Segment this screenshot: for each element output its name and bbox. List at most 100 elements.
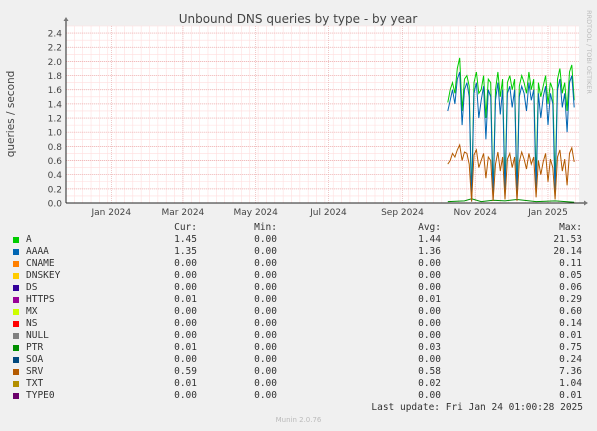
legend-swatch xyxy=(13,309,19,315)
legend-swatch xyxy=(13,321,19,327)
legend-row: TYPE0 0.00 0.00 0.00 0.01 xyxy=(0,390,597,402)
legend-swatch xyxy=(13,393,19,399)
legend-row: MX 0.00 0.00 0.00 0.60 xyxy=(0,306,597,318)
y-tick-label: 1.0 xyxy=(48,129,63,139)
x-axis-arrow xyxy=(584,200,588,206)
legend-avg-value: 0.00 xyxy=(418,258,441,269)
y-tick-label: 1.8 xyxy=(48,72,63,82)
legend-swatch xyxy=(13,297,19,303)
legend-header: Cur: Min: Avg: Max: xyxy=(0,222,597,234)
legend-swatch xyxy=(13,273,19,279)
legend-row: SRV 0.59 0.00 0.58 7.36 xyxy=(0,366,597,378)
legend-avg-value: 0.03 xyxy=(418,342,441,353)
footer-version: Munin 2.0.76 xyxy=(275,416,322,424)
legend-max-value: 0.75 xyxy=(559,342,582,353)
legend-header-max: Max: xyxy=(559,222,582,233)
x-tick-label: Jan 2025 xyxy=(527,208,568,218)
legend-avg-value: 0.00 xyxy=(418,354,441,365)
x-tick-label: May 2024 xyxy=(234,208,279,218)
legend-series-name: DS xyxy=(26,282,38,293)
legend-max-value: 0.14 xyxy=(559,318,582,329)
legend-cur-value: 1.35 xyxy=(174,246,197,257)
legend-avg-value: 0.00 xyxy=(418,390,441,401)
legend-max-value: 0.11 xyxy=(559,258,582,269)
legend-rows: A 1.45 0.00 1.44 21.53 AAAA 1.35 0.00 1.36 20.14 C… xyxy=(0,234,597,402)
legend-series-name: CNAME xyxy=(26,258,55,269)
legend-avg-value: 0.00 xyxy=(418,318,441,329)
legend-swatch xyxy=(13,381,19,387)
legend-min-value: 0.00 xyxy=(254,390,277,401)
legend-cur-value: 0.00 xyxy=(174,330,197,341)
legend-avg-value: 0.02 xyxy=(418,378,441,389)
legend-avg-value: 0.00 xyxy=(418,330,441,341)
legend-row: SOA 0.00 0.00 0.00 0.24 xyxy=(0,354,597,366)
legend-series-name: NS xyxy=(26,318,38,329)
x-tick-label: Sep 2024 xyxy=(381,208,424,218)
y-tick-label: 0.0 xyxy=(48,200,63,210)
legend-max-value: 0.01 xyxy=(559,330,582,341)
legend-cur-value: 0.01 xyxy=(174,294,197,305)
legend-header-min: Min: xyxy=(254,222,277,233)
legend-min-value: 0.00 xyxy=(254,270,277,281)
legend-series-name: HTTPS xyxy=(26,294,55,305)
x-tick-label: Jul 2024 xyxy=(309,208,347,218)
legend-row: HTTPS 0.01 0.00 0.01 0.29 xyxy=(0,294,597,306)
legend-max-value: 1.04 xyxy=(559,378,582,389)
legend-cur-value: 1.45 xyxy=(174,234,197,245)
legend-row: A 1.45 0.00 1.44 21.53 xyxy=(0,234,597,246)
legend-min-value: 0.00 xyxy=(254,378,277,389)
y-axis-arrow xyxy=(63,17,69,21)
y-tick-label: 2.0 xyxy=(48,58,63,68)
legend-cur-value: 0.00 xyxy=(174,306,197,317)
legend-cur-value: 0.00 xyxy=(174,282,197,293)
y-tick-label: 0.6 xyxy=(48,157,63,167)
y-tick-label: 0.2 xyxy=(48,185,62,195)
legend-min-value: 0.00 xyxy=(254,330,277,341)
legend-series-name: TYPE0 xyxy=(26,390,55,401)
y-tick-label: 1.2 xyxy=(48,115,62,125)
y-tick-label: 1.6 xyxy=(48,86,63,96)
legend-row: DS 0.00 0.00 0.00 0.06 xyxy=(0,282,597,294)
legend-cur-value: 0.00 xyxy=(174,270,197,281)
legend-min-value: 0.00 xyxy=(254,366,277,377)
legend-row: PTR 0.01 0.00 0.03 0.75 xyxy=(0,342,597,354)
legend-swatch xyxy=(13,357,19,363)
legend-swatch xyxy=(13,261,19,267)
legend-max-value: 0.06 xyxy=(559,282,582,293)
legend-series-name: NULL xyxy=(26,330,49,341)
y-tick-label: 0.8 xyxy=(48,143,63,153)
y-tick-label: 2.4 xyxy=(48,30,63,40)
legend-swatch xyxy=(13,249,19,255)
rrdtool-credit: RRDTOOL / TOBI OETIKER xyxy=(585,10,593,94)
legend-row: DNSKEY 0.00 0.00 0.00 0.05 xyxy=(0,270,597,282)
legend-swatch xyxy=(13,369,19,375)
legend-series-name: TXT xyxy=(26,378,44,389)
legend-min-value: 0.00 xyxy=(254,258,277,269)
legend-min-value: 0.00 xyxy=(254,282,277,293)
legend-max-value: 0.60 xyxy=(559,306,582,317)
x-tick-label: Jan 2024 xyxy=(91,208,132,218)
legend-header-cur: Cur: xyxy=(174,222,197,233)
legend-min-value: 0.00 xyxy=(254,246,277,257)
legend-min-value: 0.00 xyxy=(254,306,277,317)
legend-series-name: AAAA xyxy=(26,246,49,257)
legend-max-value: 7.36 xyxy=(559,366,582,377)
legend-avg-value: 0.00 xyxy=(418,306,441,317)
last-update: Last update: Fri Jan 24 01:00:28 2025 xyxy=(371,402,583,413)
legend-min-value: 0.00 xyxy=(254,234,277,245)
legend-avg-value: 0.00 xyxy=(418,282,441,293)
legend-series-name: SRV xyxy=(26,366,44,377)
legend-series-name: SOA xyxy=(26,354,44,365)
legend-min-value: 0.00 xyxy=(254,342,277,353)
legend-row: NS 0.00 0.00 0.00 0.14 xyxy=(0,318,597,330)
legend-max-value: 0.01 xyxy=(559,390,582,401)
legend-min-value: 0.00 xyxy=(254,354,277,365)
legend-avg-value: 1.36 xyxy=(418,246,441,257)
legend-max-value: 0.29 xyxy=(559,294,582,305)
legend-cur-value: 0.59 xyxy=(174,366,197,377)
legend-row: TXT 0.01 0.00 0.02 1.04 xyxy=(0,378,597,390)
legend-cur-value: 0.00 xyxy=(174,318,197,329)
legend-max-value: 21.53 xyxy=(553,234,582,245)
legend-table: Cur: Min: Avg: Max: A 1.45 0.00 1.44 21.53 AA… xyxy=(0,222,597,402)
legend-avg-value: 1.44 xyxy=(418,234,441,245)
